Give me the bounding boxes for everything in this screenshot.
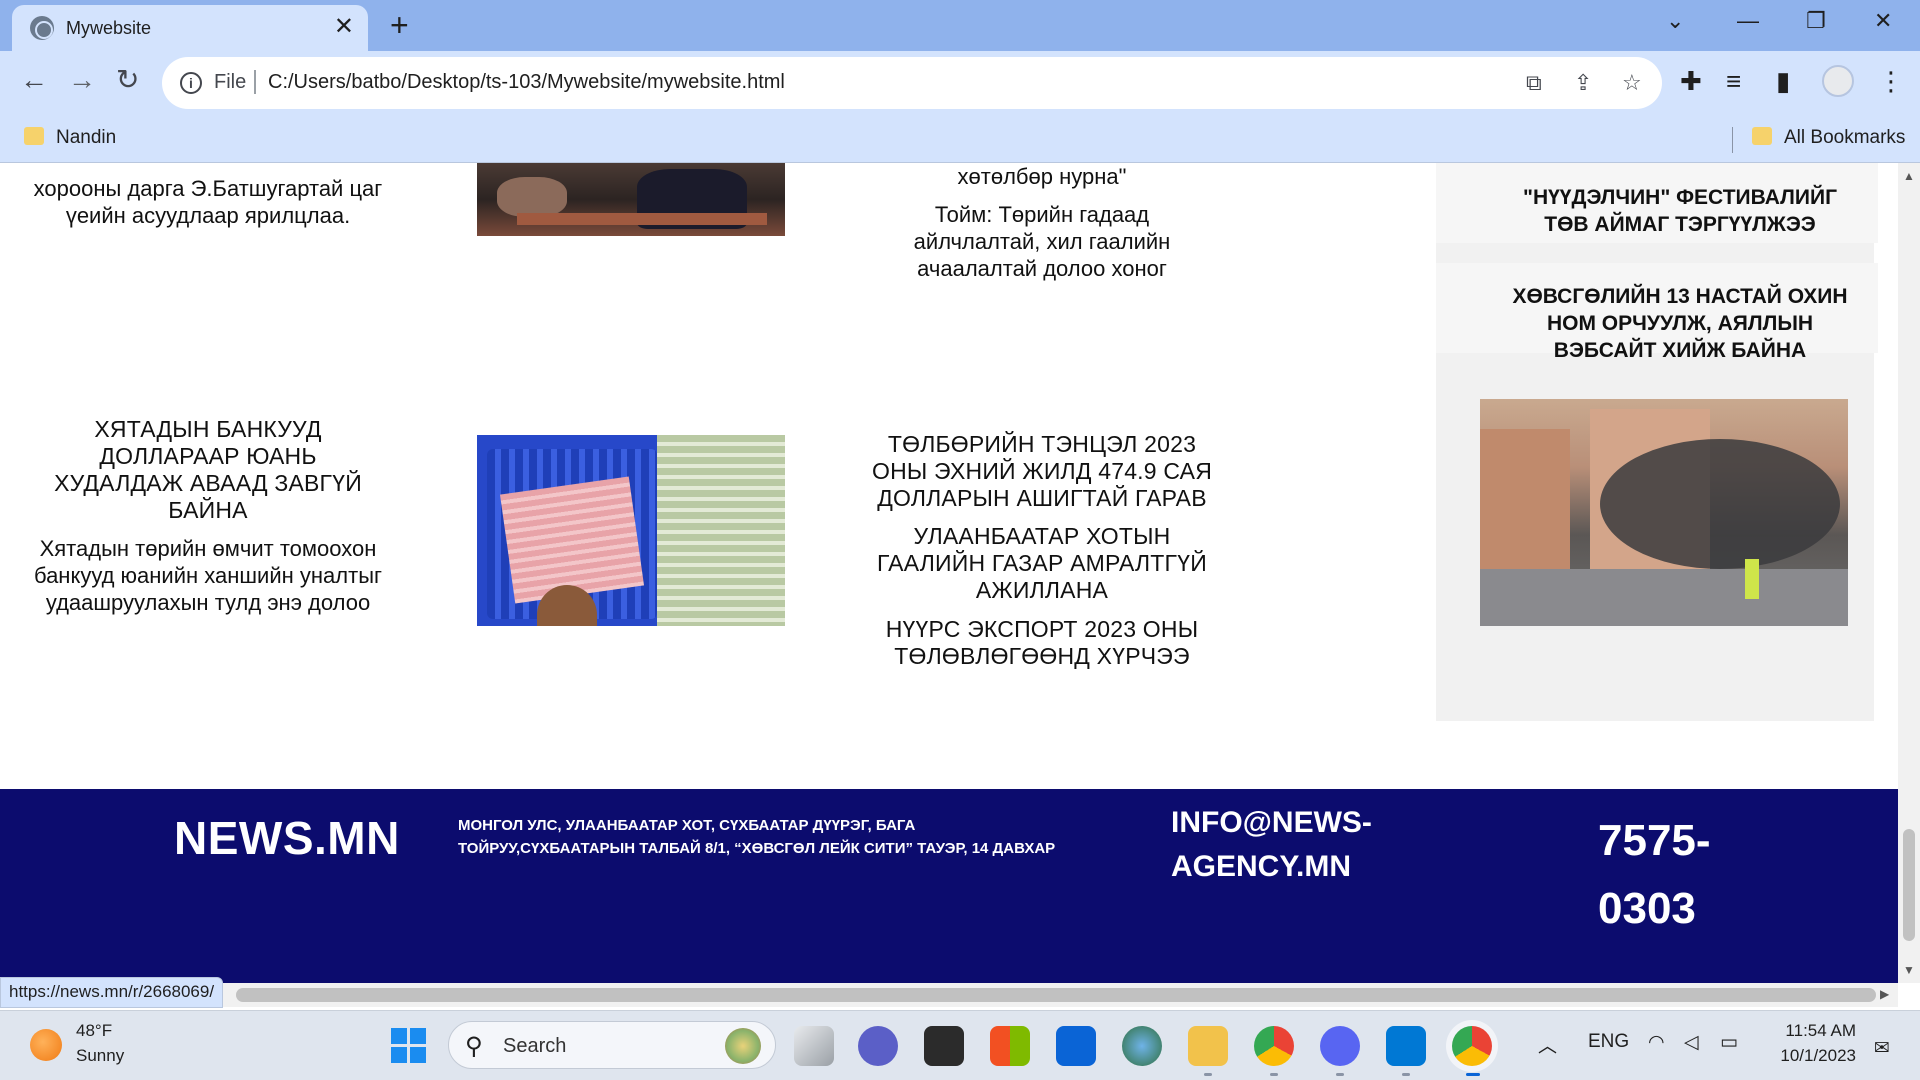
bookmarks-bar: Nandin All Bookmarks	[0, 115, 1920, 163]
bookmark-nandin[interactable]: Nandin	[56, 127, 116, 149]
restore-button[interactable]: ❐	[1806, 8, 1826, 34]
terminal-icon[interactable]	[924, 1026, 964, 1066]
start-button[interactable]	[391, 1028, 427, 1064]
address-bar[interactable]: i File C:/Users/batbo/Desktop/ts-103/Myw…	[162, 57, 1662, 109]
horizontal-scrollbar[interactable]: ▶	[0, 983, 1898, 1007]
scroll-up-icon[interactable]: ▲	[1903, 169, 1915, 183]
folder-icon	[24, 127, 44, 145]
close-window-button[interactable]: ✕	[1874, 8, 1892, 34]
sidebar-headline-2[interactable]: Хөвсгөлийн 13 настай охин ном орчуулж, а…	[1500, 283, 1860, 364]
close-tab-icon[interactable]: ✕	[334, 14, 354, 40]
tab-title: Mywebsite	[66, 18, 152, 38]
col3-headline-3[interactable]: Нүүрс экспорт 2023 оны төлөвлөгөөнд хүрч…	[870, 616, 1214, 670]
page-viewport: хорооны дарга Э.Батшугартай цаг үеийн ас…	[0, 163, 1898, 983]
discord-icon[interactable]	[1320, 1026, 1360, 1066]
active-indicator	[1466, 1073, 1480, 1076]
globe-app-icon[interactable]	[1122, 1026, 1162, 1066]
col3-top-quote[interactable]: хөтөлбөр нурна"	[862, 163, 1222, 190]
file-explorer-icon[interactable]	[1188, 1026, 1228, 1066]
globe-icon	[30, 16, 54, 40]
browser-tab[interactable]: Mywebsite ✕	[12, 5, 368, 51]
search-icon: ⚲	[465, 1033, 483, 1060]
forward-button[interactable]: →	[68, 64, 96, 96]
col1-summary[interactable]: Хятадын төрийн өмчит томоохон банкууд юа…	[30, 535, 386, 616]
col1-headline[interactable]: Хятадын банкууд доллараар юань худалдаж …	[40, 416, 376, 524]
running-indicator	[1204, 1073, 1212, 1076]
teams-chat-icon[interactable]	[858, 1026, 898, 1066]
weather-temp[interactable]: 48°F	[76, 1021, 112, 1041]
weather-condition[interactable]: Sunny	[76, 1046, 124, 1066]
translate-icon[interactable]: ⧉	[1526, 70, 1542, 96]
profile-avatar[interactable]	[1822, 65, 1854, 97]
news-photo-smoke[interactable]	[1480, 399, 1848, 626]
col3-top-snippet[interactable]: Тойм: Төрийн гадаад айлчлалтай, хил гаал…	[880, 201, 1204, 282]
sidebar-headline-1[interactable]: "Нүүдэлчин" фестивалийг Төв аймаг тэргүү…	[1500, 184, 1860, 238]
footer-brand[interactable]: NEWS.MN	[174, 811, 400, 865]
horizontal-scroll-thumb[interactable]	[236, 988, 1876, 1002]
tab-strip: Mywebsite ✕ + ⌄ — ❐ ✕	[0, 0, 1920, 51]
task-view-icon[interactable]	[794, 1026, 834, 1066]
site-footer: NEWS.MN Монгол Улс, Улаанбаатар хот, Сүх…	[0, 789, 1898, 983]
microsoft-store-icon[interactable]	[990, 1026, 1030, 1066]
footer-phone[interactable]: 7575-0303	[1598, 807, 1758, 943]
footer-email[interactable]: info@news-agency.mn	[1171, 801, 1431, 889]
media-controls-icon[interactable]: ≡	[1726, 66, 1741, 96]
back-button[interactable]: ←	[20, 64, 48, 96]
news-photo-meeting[interactable]	[477, 163, 785, 236]
folder-icon	[1752, 127, 1772, 145]
share-icon[interactable]: ⇪	[1574, 70, 1592, 96]
volume-icon[interactable]: ◁	[1684, 1031, 1699, 1054]
vscode-icon[interactable]	[1386, 1026, 1426, 1066]
vertical-scrollbar[interactable]: ▲ ▼	[1898, 163, 1920, 983]
search-highlight-icon	[725, 1028, 761, 1064]
tray-chevron-icon[interactable]: ︿	[1538, 1031, 1557, 1058]
url-text[interactable]: C:/Users/batbo/Desktop/ts-103/Mywebsite/…	[268, 71, 785, 94]
menu-kebab-icon[interactable]: ⋮	[1878, 66, 1904, 96]
chrome-icon[interactable]	[1254, 1026, 1294, 1066]
extensions-icon[interactable]: ✚	[1680, 66, 1702, 96]
col1-top-snippet[interactable]: хорооны дарга Э.Батшугартай цаг үеийн ас…	[30, 175, 386, 229]
scroll-down-icon[interactable]: ▼	[1903, 963, 1915, 977]
running-indicator	[1270, 1073, 1278, 1076]
clock-time[interactable]: 11:54 AM	[1774, 1021, 1856, 1041]
footer-address: Монгол Улс, Улаанбаатар хот, Сүхбаатар д…	[458, 817, 1056, 857]
status-bubble-url: https://news.mn/r/2668069/	[0, 977, 224, 1008]
taskbar-search[interactable]: ⚲ Search	[448, 1021, 776, 1069]
running-indicator	[1402, 1073, 1410, 1076]
chrome-active-icon[interactable]	[1452, 1026, 1492, 1066]
battery-icon[interactable]: ▭	[1720, 1031, 1738, 1054]
url-separator	[254, 70, 256, 94]
browser-toolbar: ← → ↻ i File C:/Users/batbo/Desktop/ts-1…	[0, 51, 1920, 115]
minimize-button[interactable]: —	[1737, 8, 1759, 34]
side-panel-icon[interactable]: ▮	[1776, 66, 1790, 96]
col3-headline-1[interactable]: Төлбөрийн тэнцэл 2023 оны эхний жилд 474…	[862, 431, 1222, 512]
language-indicator[interactable]: ENG	[1588, 1031, 1629, 1053]
new-tab-button[interactable]: +	[390, 8, 409, 42]
vertical-scroll-thumb[interactable]	[1903, 829, 1915, 941]
bookmark-star-icon[interactable]: ☆	[1622, 70, 1642, 96]
windows-taskbar: 48°F Sunny ⚲ Search ︿ ENG ◠ ◁ ▭ 11:54 AM…	[0, 1010, 1920, 1080]
scroll-right-icon[interactable]: ▶	[1880, 987, 1889, 1001]
mail-icon[interactable]	[1056, 1026, 1096, 1066]
url-scheme: File	[214, 71, 247, 93]
reload-button[interactable]: ↻	[116, 64, 139, 96]
bookmarks-divider	[1732, 127, 1733, 153]
news-photo-yuan[interactable]	[477, 435, 785, 626]
all-bookmarks[interactable]: All Bookmarks	[1784, 127, 1905, 149]
weather-sun-icon[interactable]	[30, 1029, 62, 1061]
taskbar-search-label: Search	[503, 1035, 567, 1057]
clock-date[interactable]: 10/1/2023	[1762, 1046, 1856, 1066]
tab-search-icon[interactable]: ⌄	[1666, 8, 1684, 34]
wifi-icon[interactable]: ◠	[1648, 1031, 1665, 1054]
info-icon[interactable]: i	[180, 72, 202, 94]
col3-headline-2[interactable]: Улаанбаатар хотын гаалийн газар амралтгү…	[870, 523, 1214, 604]
running-indicator	[1336, 1073, 1344, 1076]
notifications-icon[interactable]: ✉	[1874, 1037, 1890, 1060]
